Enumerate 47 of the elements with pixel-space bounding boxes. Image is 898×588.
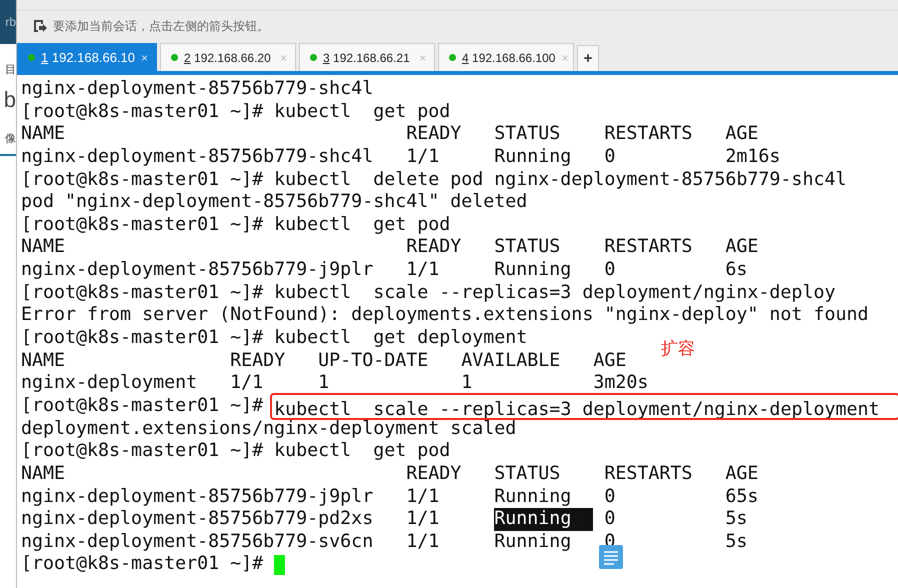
tab-label: 4 192.168.66.100 [462,50,556,64]
side-fragment-text: b [2,87,16,113]
terminal-line: NAME READY STATUS RESTARTS AGE [21,236,758,260]
terminal-line: pod "nginx-deployment-85756b779-shc4l" deleted [21,191,528,214]
status-dot-icon [310,54,317,61]
annotation-text: 扩容 [661,338,695,361]
hint-text: 要添加当前会话，点击左侧的箭头按钮。 [53,18,269,34]
terminal-line: [root@k8s-master01 ~]# kubectl get pod [21,440,450,463]
session-tab[interactable]: 4 192.168.66.100 × [438,43,574,71]
terminal-line: NAME READY UP-TO-DATE AVAILABLE AGE [21,350,626,372]
note-icon[interactable] [599,545,623,569]
terminal-line: [root@k8s-master01 ~]# kubectl delete pod nginx-deployment-85756b779-shc4l [21,168,846,192]
side-fragment-text: 目 [4,63,16,77]
side-fragment-text: rb [5,15,16,29]
terminal-line: nginx-deployment-85756b779-j9plr 1/1 Running 0 6s [21,259,748,282]
session-tab[interactable]: 3 192.168.66.21 × [299,43,435,71]
new-tab-button[interactable]: + [577,45,599,71]
terminal-line: nginx-deployment-85756b779-j9plr 1/1 Running 0 65s [21,486,758,508]
terminal-line: Error from server (NotFound): deployments.extensions "nginx-deploy" not found [21,304,868,328]
text-cursor [274,554,286,575]
terminal-line: [root@k8s-master01 ~]# kubectl get deployment [21,327,528,350]
terminal-line: nginx-deployment-85756b779-shc4l [21,78,374,101]
terminal-text: nginx-deployment-85756b779-pd2xs 1/1 [21,508,440,531]
terminal-text: 0 5s [603,508,748,531]
session-tab[interactable]: 1 192.168.66.10 × [17,43,157,71]
tab-label: 3 192.168.66.21 [323,50,411,64]
session-tab[interactable]: 2 192.168.66.20 × [160,43,296,71]
close-icon[interactable]: × [141,50,148,64]
terminal-line: nginx-deployment 1/1 1 1 3m20s [21,372,648,395]
status-dot-icon [449,54,456,61]
terminal-line: nginx-deployment-85756b779-shc4l 1/1 Running 0 2m16s [21,146,780,169]
tab-label: 2 192.168.66.20 [184,50,272,64]
highlighted-command: kubectl scale --replicas=3 deployment/nginx-deployment [272,394,898,418]
side-fragment-text: 像 [4,132,16,146]
terminal-line: deployment.extensions/nginx-deployment scaled [21,418,516,440]
terminal-line: NAME READY STATUS RESTARTS AGE [21,123,758,146]
selected-text: Running [494,508,594,531]
tab-label: 1 192.168.66.10 [41,50,135,65]
terminal-line: [root@k8s-master01 ~]# kubectl get pod [21,100,450,124]
terminal-prompt: [root@k8s-master01 ~]# [21,553,264,576]
terminal-line: [root@k8s-master01 ~]# kubectl scale --replicas=3 deployment/nginx-deploy [21,282,836,304]
arrow-icon[interactable] [33,19,47,33]
terminal-line: [root@k8s-master01 ~]# kubectl get pod [21,214,450,236]
status-dot-icon [171,54,178,61]
status-dot-icon [28,54,35,61]
terminal-line: NAME READY STATUS RESTARTS AGE [21,462,758,486]
terminal-prompt: [root@k8s-master01 ~]# [21,394,264,418]
